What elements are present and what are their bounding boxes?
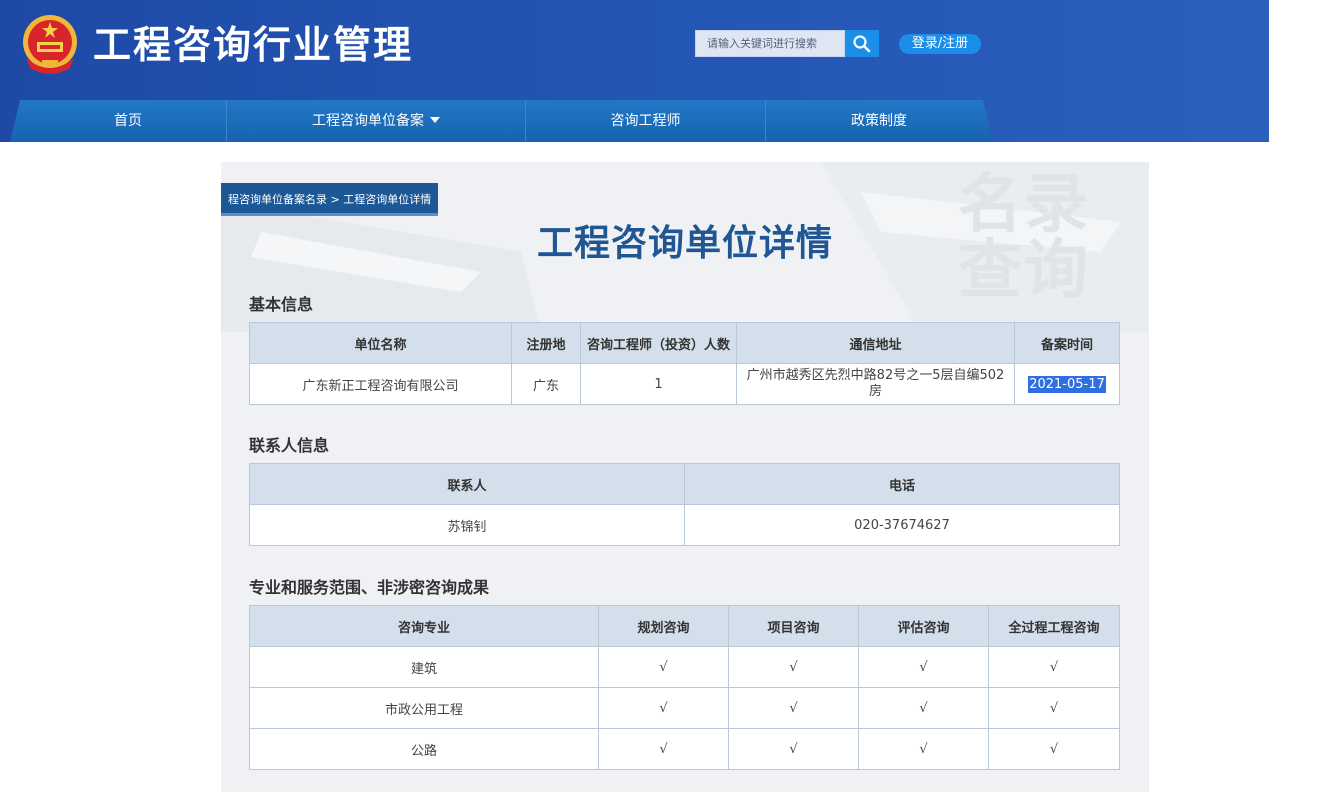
contact-info-table: 联系人 电话 苏锦钊 020-37674627 <box>249 463 1120 546</box>
address-cell: 广州市越秀区先烈中路82号之一5层自编502房 <box>736 363 1015 405</box>
check-cell: √ <box>858 646 989 688</box>
nav-item-home[interactable]: 首页 <box>30 100 227 142</box>
column-header: 通信地址 <box>736 322 1015 364</box>
column-header: 备案时间 <box>1014 322 1120 364</box>
check-cell: √ <box>728 646 859 688</box>
table-row: 广东新正工程咨询有限公司 广东 1 广州市越秀区先烈中路82号之一5层自编502… <box>249 363 1120 405</box>
breadcrumb-parent-link[interactable]: 程咨询单位备案名录 <box>228 193 327 206</box>
filing-date-value: 2021-05-17 <box>1028 375 1106 393</box>
nav-item-label: 咨询工程师 <box>610 113 681 129</box>
breadcrumb: 程咨询单位备案名录 > 工程咨询单位详情 <box>221 183 439 216</box>
detail-panel: 名录 查询 程咨询单位备案名录 > 工程咨询单位详情 工程咨询单位详情 基本信息… <box>221 162 1149 792</box>
section-title-contact-info: 联系人信息 <box>249 436 330 455</box>
caret-down-icon <box>430 117 440 123</box>
basic-info-table: 单位名称 注册地 咨询工程师（投资）人数 通信地址 备案时间 广东新正工程咨询有… <box>249 322 1120 405</box>
breadcrumb-current: 工程咨询单位详情 <box>343 193 432 206</box>
column-header: 电话 <box>684 463 1120 505</box>
national-emblem-icon <box>23 15 77 74</box>
site-header: 工程咨询行业管理 登录/注册 首页 工程咨询单位备案 <box>0 0 1269 142</box>
site-title: 工程咨询行业管理 <box>93 23 414 67</box>
section-title-basic-info: 基本信息 <box>249 295 314 314</box>
table-row: 市政公用工程 √ √ √ √ <box>249 687 1120 729</box>
nav-item-policy[interactable]: 政策制度 <box>766 100 992 142</box>
nav-item-label: 首页 <box>114 113 142 129</box>
check-cell: √ <box>988 728 1120 770</box>
column-header: 全过程工程咨询 <box>988 605 1120 647</box>
column-header: 项目咨询 <box>728 605 859 647</box>
check-cell: √ <box>598 687 729 729</box>
table-row: 建筑 √ √ √ √ <box>249 646 1120 688</box>
check-cell: √ <box>988 646 1120 688</box>
column-header: 规划咨询 <box>598 605 729 647</box>
check-cell: √ <box>988 687 1120 729</box>
page-title: 工程咨询单位详情 <box>536 223 833 264</box>
nav-item-engineers[interactable]: 咨询工程师 <box>526 100 766 142</box>
column-header: 联系人 <box>249 463 685 505</box>
check-cell: √ <box>598 728 729 770</box>
nav-item-unit-filing[interactable]: 工程咨询单位备案 <box>227 100 526 142</box>
search-input[interactable] <box>696 31 844 56</box>
region-cell: 广东 <box>511 363 581 405</box>
nav-item-label: 政策制度 <box>851 113 907 129</box>
column-header: 评估咨询 <box>858 605 989 647</box>
column-header: 注册地 <box>511 322 581 364</box>
check-cell: √ <box>728 687 859 729</box>
services-table: 咨询专业 规划咨询 项目咨询 评估咨询 全过程工程咨询 建筑 √ √ √ √ 市… <box>249 605 1120 770</box>
specialty-cell: 建筑 <box>249 646 599 688</box>
phone-cell: 020-37674627 <box>684 504 1120 546</box>
check-cell: √ <box>858 728 989 770</box>
table-header-row: 联系人 电话 <box>249 463 1120 505</box>
check-cell: √ <box>728 728 859 770</box>
section-title-services: 专业和服务范围、非涉密咨询成果 <box>249 578 490 597</box>
nav-item-label: 工程咨询单位备案 <box>312 113 424 129</box>
unit-name-cell: 广东新正工程咨询有限公司 <box>249 363 512 405</box>
table-row: 苏锦钊 020-37674627 <box>249 504 1120 546</box>
table-header-row: 单位名称 注册地 咨询工程师（投资）人数 通信地址 备案时间 <box>249 322 1120 364</box>
check-cell: √ <box>598 646 729 688</box>
check-cell: √ <box>858 687 989 729</box>
contact-name-cell: 苏锦钊 <box>249 504 685 546</box>
engineer-count-cell: 1 <box>580 363 737 405</box>
search-box[interactable] <box>695 30 845 57</box>
search-icon <box>853 34 871 52</box>
column-header: 单位名称 <box>249 322 512 364</box>
breadcrumb-separator: > <box>327 193 344 206</box>
main-nav: 首页 工程咨询单位备案 咨询工程师 政策制度 <box>10 100 993 142</box>
specialty-cell: 市政公用工程 <box>249 687 599 729</box>
specialty-cell: 公路 <box>249 728 599 770</box>
column-header: 咨询工程师（投资）人数 <box>580 322 737 364</box>
column-header: 咨询专业 <box>249 605 599 647</box>
table-header-row: 咨询专业 规划咨询 项目咨询 评估咨询 全过程工程咨询 <box>249 605 1120 647</box>
search-button[interactable] <box>845 30 879 57</box>
filing-date-cell: 2021-05-17 <box>1014 363 1120 405</box>
login-register-button[interactable]: 登录/注册 <box>899 34 981 54</box>
table-row: 公路 √ √ √ √ <box>249 728 1120 770</box>
